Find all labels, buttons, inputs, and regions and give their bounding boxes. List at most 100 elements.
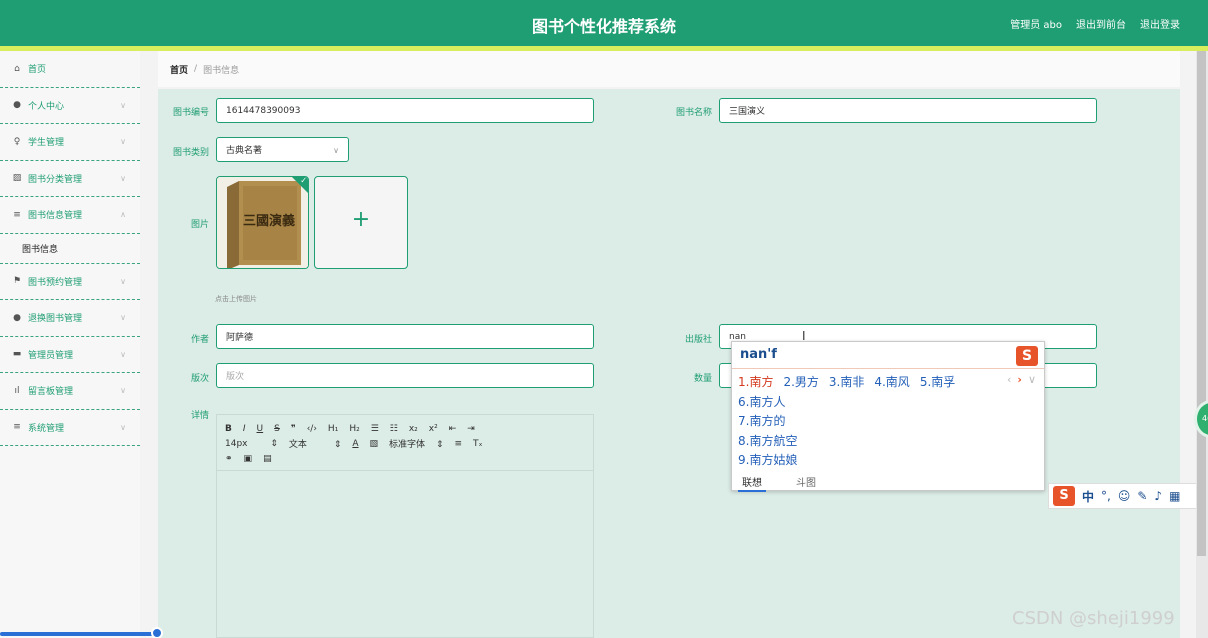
user-icon: ● [13,100,21,111]
edition-input[interactable]: 版次 [216,363,594,388]
sidebar-item-book-category[interactable]: ▨ 图书分类管理 ∨ [0,161,140,197]
ime-divider [732,368,1044,369]
sidebar-item-label: 退换图书管理 [28,314,83,325]
book-name-label: 图书名称 [675,108,712,118]
sidebar-item-students[interactable]: ♀ 学生管理 ∨ [0,124,140,161]
font-family-select[interactable]: 标准字体 ⇕ [389,437,443,450]
editor-toolbar: B I U S ❞ ‹/› H₁ H₂ ☰ ☷ x₂ x² ⇤ ⇥ 14px ⇕ [217,415,593,471]
breadcrumb-separator: / [194,64,198,74]
top-links: 管理员 abo 退出到前台 退出登录 [1010,16,1180,31]
ime-candidate[interactable]: 9.南方姑娘 [738,451,797,468]
grid-icon[interactable]: ▦ [1169,489,1180,503]
ime-candidate[interactable]: 6.南方人 [738,393,785,410]
chevron-updown-icon: ⇕ [270,438,278,449]
sidebar-item-label: 系统管理 [28,423,65,434]
ime-punctuation-toggle[interactable]: °, [1101,489,1111,503]
underline-button[interactable]: U [257,424,264,434]
video-button[interactable]: ▤ [263,454,272,464]
italic-button[interactable]: I [243,424,246,434]
breadcrumb-home[interactable]: 首页 [170,63,188,76]
front-page-link[interactable]: 退出到前台 [1076,16,1126,31]
sidebar-item-label: 图书分类管理 [28,174,83,185]
pen-icon[interactable]: ✎ [1137,489,1147,503]
uploaded-image-thumb[interactable]: 三國演義 ✓ [216,176,309,269]
background-color-button[interactable]: ▧ [370,439,379,449]
logout-link[interactable]: 退出登录 [1140,16,1180,31]
emoji-icon[interactable]: ☺ [1118,489,1131,503]
sidebar: ⌂ 首页 ● 个人中心 ∨ ♀ 学生管理 ∨ ▨ 图书分类管理 ∨ ≡ 图书信息… [0,51,140,638]
strike-button[interactable]: S [274,424,280,434]
ime-candidate[interactable]: 4.南风 [874,373,909,390]
upload-hint: 点击上传图片 [215,295,257,303]
font-color-button[interactable]: A [352,439,358,449]
h2-button[interactable]: H₂ [349,424,359,434]
image-button[interactable]: ▣ [244,454,253,464]
font-size-select[interactable]: 14px ⇕ [225,439,278,449]
author-input[interactable]: 阿萨德 [216,324,594,349]
indent-button[interactable]: ⇥ [467,424,475,434]
chevron-down-icon: ∨ [120,137,126,146]
home-icon: ⌂ [14,63,20,74]
ime-candidate[interactable]: 5.南孚 [920,373,955,390]
chevron-down-icon[interactable]: ∨ [1028,373,1036,386]
quantity-label: 数量 [693,374,712,384]
subscript-button[interactable]: x₂ [409,424,418,434]
sidebar-item-home[interactable]: ⌂ 首页 [0,51,140,88]
book-name-input[interactable]: 三国演义 [719,98,1097,123]
microphone-icon[interactable]: ♪ [1154,489,1162,503]
ime-pager: ‹ › ∨ [1007,373,1036,386]
sidebar-subitem-book-info[interactable]: 图书信息 [0,234,140,264]
ime-first-row: 1.南方 2.男方 3.南非 4.南风 5.南孚 [738,373,955,390]
sidebar-item-personal-center[interactable]: ● 个人中心 ∨ [0,88,140,124]
scrollbar-thumb[interactable] [1197,51,1206,556]
monitor-icon: ▬ [12,349,22,360]
link-icon: ⚭ [225,453,233,464]
image-icon: ▨ [12,173,22,184]
ime-tab-meme[interactable]: 斗图 [796,474,816,492]
ime-candidate[interactable]: 7.南方的 [738,412,785,429]
ime-candidate[interactable]: 8.南方航空 [738,432,797,449]
category-select[interactable]: 古典名著 ∨ [216,137,349,162]
sidebar-item-admins[interactable]: ▬ 管理员管理 ∨ [0,337,140,373]
code-button[interactable]: ‹/› [307,424,317,434]
sidebar-item-book-return[interactable]: ● 退换图书管理 ∨ [0,300,140,337]
text-type-select[interactable]: 文本 ⇕ [289,437,341,450]
h1-button[interactable]: H₁ [328,424,338,434]
ime-status-bar: S 中 °, ☺ ✎ ♪ ▦ [1048,483,1208,509]
ime-candidate[interactable]: 1.南方 [738,373,773,390]
progress-knob[interactable] [151,627,163,638]
ime-composition: nan'f [740,347,777,362]
sidebar-item-book-info[interactable]: ≡ 图书信息管理 ∧ [0,197,140,234]
ime-tab-association[interactable]: 联想 [738,474,766,492]
progress-bar [0,632,158,636]
link-button[interactable]: ⚭ [225,454,233,464]
chevron-down-icon: ∨ [120,100,126,110]
clear-format-button[interactable]: Tₓ [473,439,483,449]
outdent-button[interactable]: ⇤ [449,424,457,434]
image-label: 图片 [190,220,209,230]
bold-button[interactable]: B [225,424,232,434]
sidebar-item-message-board[interactable]: ıl 留言板管理 ∨ [0,373,140,410]
quote-button[interactable]: ❞ [291,424,296,434]
ime-candidate[interactable]: 3.南非 [829,373,864,390]
toolbar-row: B I U S ❞ ‹/› H₁ H₂ ☰ ☷ x₂ x² ⇤ ⇥ [225,421,585,436]
publisher-value: nan [729,331,746,342]
bullet-list-button[interactable]: ☷ [390,424,398,434]
ime-candidate[interactable]: 2.男方 [783,373,818,390]
admin-user-link[interactable]: 管理员 abo [1010,16,1062,31]
sidebar-item-system[interactable]: ≡ 系统管理 ∨ [0,410,140,446]
detail-label: 详情 [190,411,209,421]
sidebar-item-label: 管理员管理 [28,350,74,361]
category-label: 图书类别 [172,148,209,158]
book-no-input[interactable]: 1614478390093 [216,98,594,123]
font-family-value: 标准字体 [389,440,426,450]
book-no-label: 图书编号 [172,108,209,118]
upload-image-button[interactable]: + [314,176,408,269]
chevron-right-icon[interactable]: › [1017,373,1022,386]
superscript-button[interactable]: x² [429,424,438,434]
ime-language-toggle[interactable]: 中 [1082,488,1094,505]
sidebar-item-book-reservation[interactable]: ⚑ 图书预约管理 ∨ [0,264,140,300]
ordered-list-button[interactable]: ☰ [371,424,379,434]
chevron-left-icon[interactable]: ‹ [1007,373,1011,386]
align-button[interactable]: ≡ [454,439,462,449]
